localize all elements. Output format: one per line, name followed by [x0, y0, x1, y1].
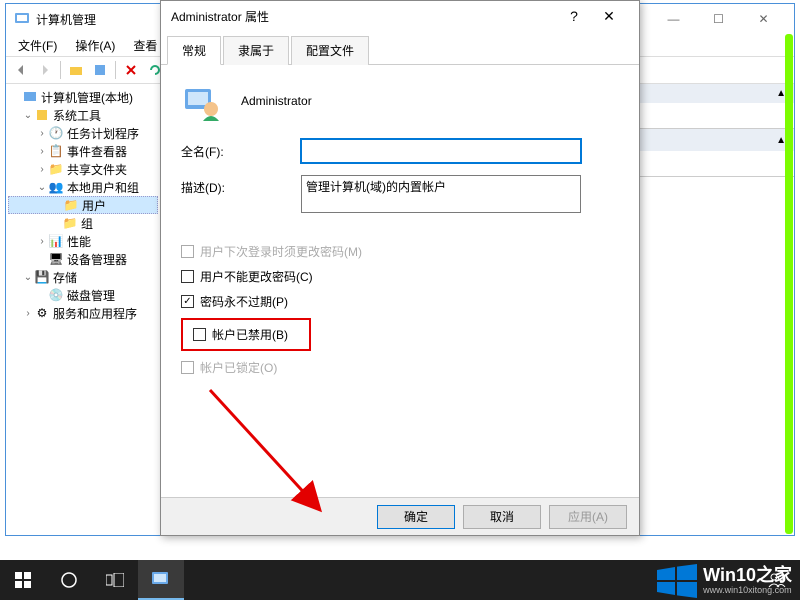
dialog-button-row: 确定 取消 应用(A): [161, 497, 639, 535]
apply-button[interactable]: 应用(A): [549, 505, 627, 529]
username-label: Administrator: [241, 94, 312, 108]
scrollbar[interactable]: [785, 34, 793, 534]
watermark-brand: Win10之家: [703, 566, 792, 586]
checkbox-must-change: 用户下次登录时须更改密码(M): [181, 243, 619, 260]
tree-performance[interactable]: ›📊性能: [8, 232, 158, 250]
checkbox-never-expire[interactable]: ✓ 密码永不过期(P): [181, 293, 619, 310]
ok-button[interactable]: 确定: [377, 505, 455, 529]
watermark-url: www.win10xitong.com: [703, 586, 792, 596]
checkbox-icon: [181, 361, 194, 374]
dialog-body: Administrator 全名(F): 描述(D): 管理计算机(域)的内置帐…: [161, 65, 639, 400]
fullname-input[interactable]: [301, 139, 581, 163]
forward-button[interactable]: [34, 59, 56, 81]
tree-local-users[interactable]: ⌄👥本地用户和组: [8, 178, 158, 196]
properties-icon[interactable]: [89, 59, 111, 81]
tree-system-tools[interactable]: ⌄系统工具: [8, 106, 158, 124]
highlight-box: 帐户已禁用(B): [181, 318, 311, 351]
tree-root[interactable]: 计算机管理(本地): [8, 88, 158, 106]
maximize-button[interactable]: ☐: [696, 5, 741, 33]
dialog-title-text: Administrator 属性: [171, 8, 559, 25]
windows-logo-icon: [657, 564, 697, 598]
main-title-text: 计算机管理: [36, 11, 96, 28]
tab-general[interactable]: 常规: [167, 36, 221, 65]
start-button[interactable]: [0, 560, 46, 600]
dialog-tabs: 常规 隶属于 配置文件: [161, 31, 639, 65]
fullname-label: 全名(F):: [181, 139, 301, 160]
tree-users[interactable]: 📁用户: [8, 196, 158, 214]
checkbox-account-disabled[interactable]: 帐户已禁用(B): [193, 326, 299, 343]
navigation-tree[interactable]: 计算机管理(本地) ⌄系统工具 ›🕐任务计划程序 ›📋事件查看器 ›📁共享文件夹…: [6, 84, 161, 535]
tree-services[interactable]: ›⚙服务和应用程序: [8, 304, 158, 322]
tree-storage[interactable]: ⌄💾存储: [8, 268, 158, 286]
app-icon: [14, 11, 30, 27]
tree-disk-management[interactable]: 💿磁盘管理: [8, 286, 158, 304]
delete-icon[interactable]: [120, 59, 142, 81]
close-button[interactable]: ✕: [741, 5, 786, 33]
minimize-button[interactable]: —: [651, 5, 696, 33]
checkbox-icon[interactable]: ✓: [181, 295, 194, 308]
properties-dialog: Administrator 属性 ? ✕ 常规 隶属于 配置文件 Adminis…: [160, 0, 640, 536]
dialog-close-button[interactable]: ✕: [589, 8, 629, 25]
taskview-button[interactable]: [92, 560, 138, 600]
menu-action[interactable]: 操作(A): [67, 35, 123, 56]
watermark: Win10之家 www.win10xitong.com: [657, 564, 792, 598]
dialog-titlebar: Administrator 属性 ? ✕: [161, 1, 639, 31]
menu-file[interactable]: 文件(F): [10, 35, 65, 56]
checkbox-cannot-change[interactable]: 用户不能更改密码(C): [181, 268, 619, 285]
taskbar-app-compmgmt[interactable]: [138, 560, 184, 600]
checkbox-icon: [181, 245, 194, 258]
description-input[interactable]: 管理计算机(域)的内置帐户: [301, 175, 581, 213]
checkbox-icon[interactable]: [193, 328, 206, 341]
folder-icon[interactable]: [65, 59, 87, 81]
checkbox-account-locked: 帐户已锁定(O): [181, 359, 619, 376]
back-button[interactable]: [10, 59, 32, 81]
tree-shared-folders[interactable]: ›📁共享文件夹: [8, 160, 158, 178]
tab-member-of[interactable]: 隶属于: [223, 36, 289, 65]
help-button[interactable]: ?: [559, 8, 589, 24]
tree-groups[interactable]: 📁组: [8, 214, 158, 232]
tree-task-scheduler[interactable]: ›🕐任务计划程序: [8, 124, 158, 142]
tab-profile[interactable]: 配置文件: [291, 36, 369, 65]
description-label: 描述(D):: [181, 175, 301, 196]
tree-event-viewer[interactable]: ›📋事件查看器: [8, 142, 158, 160]
tree-device-manager[interactable]: 🖥设备管理器: [8, 250, 158, 268]
user-icon: [181, 81, 221, 121]
checkbox-icon[interactable]: [181, 270, 194, 283]
cortana-button[interactable]: [46, 560, 92, 600]
cancel-button[interactable]: 取消: [463, 505, 541, 529]
